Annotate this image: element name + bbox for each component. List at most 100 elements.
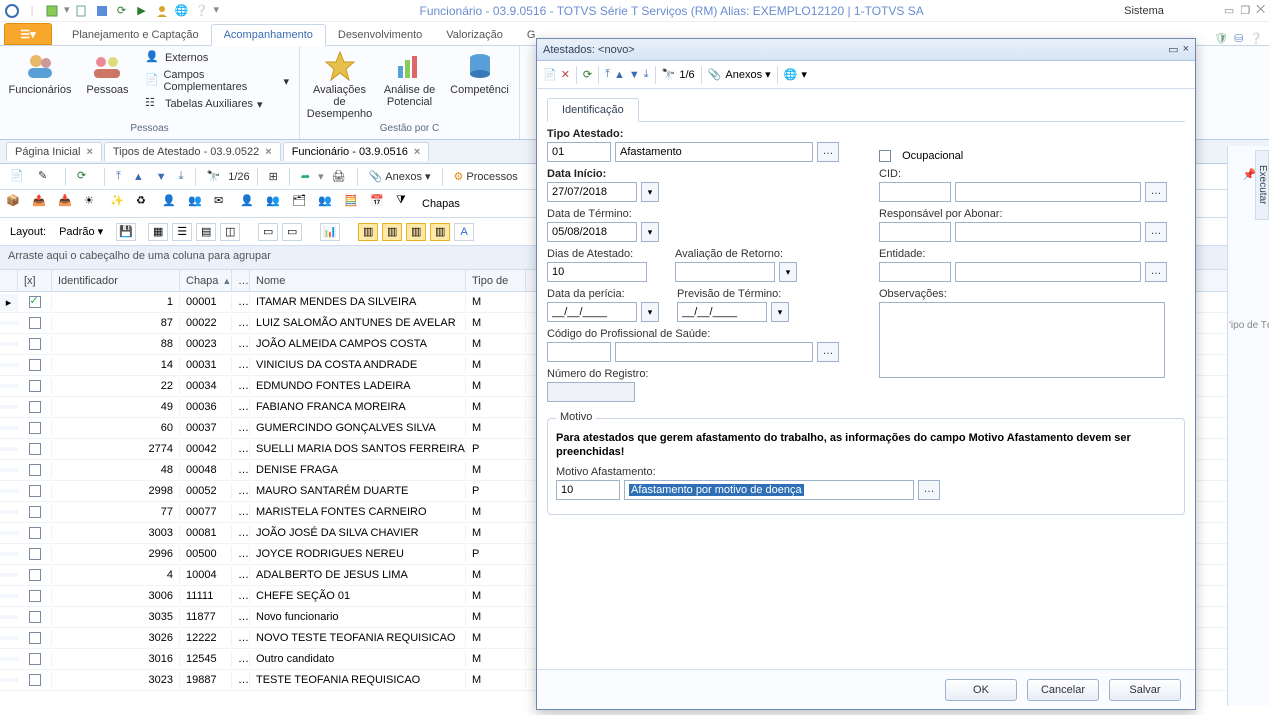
row-checkbox-cell[interactable]: [18, 420, 52, 436]
cell-more[interactable]: …: [232, 441, 250, 457]
row-checkbox-cell[interactable]: [18, 651, 52, 667]
input-ent-desc[interactable]: [955, 262, 1141, 282]
right-collapsed-tab[interactable]: Executar: [1255, 150, 1269, 220]
lookup-cid[interactable]: …: [1145, 182, 1167, 202]
bar-chart-icon[interactable]: 📊: [320, 223, 340, 241]
box-add-icon[interactable]: 📥: [58, 194, 78, 214]
row-checkbox-cell[interactable]: [18, 609, 52, 625]
cell-more[interactable]: …: [232, 672, 250, 688]
date-picker-icon[interactable]: ▾: [641, 302, 659, 322]
checkbox[interactable]: [29, 506, 41, 518]
lookup-resp[interactable]: …: [1145, 222, 1167, 242]
ribbon-btn-pessoas[interactable]: Pessoas: [80, 50, 135, 96]
dlg-delete-icon[interactable]: ✕: [561, 68, 570, 81]
layout-value[interactable]: Padrão ▾: [50, 222, 112, 241]
cell-more[interactable]: …: [232, 483, 250, 499]
date-picker-icon[interactable]: ▾: [641, 182, 659, 202]
tb-first[interactable]: ⤒: [112, 168, 125, 185]
close-icon[interactable]: ⨉: [1256, 4, 1265, 17]
tb-edit[interactable]: ✎: [34, 167, 58, 187]
cell-more[interactable]: …: [232, 588, 250, 604]
row-checkbox-cell[interactable]: [18, 315, 52, 331]
checkbox[interactable]: [29, 422, 41, 434]
checkbox[interactable]: [29, 401, 41, 413]
minimize-icon[interactable]: ▭: [1224, 4, 1234, 17]
checkbox[interactable]: [29, 359, 41, 371]
ribbon-btn-funcionarios[interactable]: Funcionários: [10, 50, 70, 96]
ribbon-btn-analise[interactable]: Análise de Potencial: [380, 50, 440, 108]
btn-salvar[interactable]: Salvar: [1109, 679, 1181, 701]
checkbox[interactable]: [29, 653, 41, 665]
lookup-ent[interactable]: …: [1145, 262, 1167, 282]
input-dias[interactable]: [547, 262, 647, 282]
checkbox[interactable]: [29, 443, 41, 455]
row-checkbox-cell[interactable]: [18, 588, 52, 604]
doc-tab-tipos[interactable]: Tipos de Atestado - 03.9.0522×: [104, 142, 281, 161]
cell-more[interactable]: …: [232, 378, 250, 394]
date-picker-icon[interactable]: ▾: [771, 302, 789, 322]
sun-fav-icon[interactable]: ✨: [110, 194, 130, 214]
row-checkbox-cell[interactable]: [18, 504, 52, 520]
checkbox[interactable]: [29, 464, 41, 476]
doc-tab-home[interactable]: Página Inicial×: [6, 142, 102, 161]
ribbon-shield-icon[interactable]: 🛡: [1214, 32, 1228, 45]
recycle-icon[interactable]: ♻: [136, 194, 156, 214]
envelope-icon[interactable]: ✉: [214, 194, 234, 214]
chevron-down-icon[interactable]: ▾: [318, 170, 324, 183]
input-cid-desc[interactable]: [955, 182, 1141, 202]
input-prof-desc[interactable]: [615, 342, 813, 362]
dlg-first-icon[interactable]: ⤒: [605, 68, 610, 81]
input-motivo-desc[interactable]: Afastamento por motivo de doença: [624, 480, 914, 500]
checkbox[interactable]: [29, 317, 41, 329]
chevron-down-icon[interactable]: ▾: [801, 68, 807, 81]
ribbon-tab-planejamento[interactable]: Planejamento e Captação: [60, 25, 211, 45]
tb-prev[interactable]: ▲: [129, 169, 148, 185]
restore-icon[interactable]: ❐: [1240, 4, 1250, 17]
lookup-motivo[interactable]: …: [918, 480, 940, 500]
grid-header-identificador[interactable]: Identificador: [52, 270, 180, 291]
view-form-icon[interactable]: ◫: [220, 223, 240, 241]
grid-header-nome[interactable]: Nome: [250, 270, 466, 291]
funnel-icon[interactable]: ⧩: [396, 194, 416, 214]
row-checkbox-cell[interactable]: [18, 567, 52, 583]
dlg-new-icon[interactable]: 📄: [543, 68, 557, 81]
lookup-tipo[interactable]: …: [817, 142, 839, 162]
qat-globe-icon[interactable]: 🌐: [174, 3, 190, 19]
cell-more[interactable]: …: [232, 609, 250, 625]
combo-dropdown-icon[interactable]: ▾: [779, 262, 797, 282]
theme-1[interactable]: ▥: [358, 223, 378, 241]
layout-save-icon[interactable]: 💾: [116, 223, 136, 241]
dlg-globe-icon[interactable]: 🌐: [784, 68, 798, 81]
ribbon-tab-valorizacao[interactable]: Valorização: [434, 25, 515, 45]
view-grid-icon[interactable]: ▦: [148, 223, 168, 241]
ribbon-btn-avaliacoes[interactable]: Avaliações de Desempenho: [310, 50, 370, 120]
tb-refresh[interactable]: ⟳: [73, 167, 97, 187]
grid-header-more[interactable]: …: [232, 270, 250, 291]
checkbox[interactable]: [29, 548, 41, 560]
theme-3[interactable]: ▥: [406, 223, 426, 241]
view-card-icon[interactable]: ▤: [196, 223, 216, 241]
input-tipo-desc[interactable]: [615, 142, 813, 162]
check-ocupacional[interactable]: [879, 150, 891, 162]
tb-print[interactable]: 🖨: [328, 168, 350, 185]
tb-new[interactable]: 📄: [6, 167, 30, 187]
close-icon[interactable]: ×: [265, 146, 271, 158]
cell-more[interactable]: …: [232, 546, 250, 562]
calendar-icon[interactable]: 📅: [370, 194, 390, 214]
qat-paste-icon[interactable]: [44, 3, 60, 19]
cell-more[interactable]: …: [232, 504, 250, 520]
ribbon-db-icon[interactable]: ⛁: [1234, 32, 1243, 45]
input-observacoes[interactable]: [879, 302, 1165, 378]
grid-header-chapa[interactable]: Chapa▲: [180, 270, 232, 291]
grid-header-check[interactable]: [x]: [18, 270, 52, 291]
btn-cancelar[interactable]: Cancelar: [1027, 679, 1099, 701]
cell-more[interactable]: …: [232, 651, 250, 667]
cell-more[interactable]: …: [232, 336, 250, 352]
box-closed-icon[interactable]: 📦: [6, 194, 26, 214]
input-motivo-code[interactable]: [556, 480, 620, 500]
ribbon-tab-desenvolvimento[interactable]: Desenvolvimento: [326, 25, 434, 45]
tb-anexos[interactable]: 📎Anexos ▾: [365, 168, 435, 185]
dlg-prev-icon[interactable]: ▲: [614, 69, 625, 81]
btn-ok[interactable]: OK: [945, 679, 1017, 701]
checkbox[interactable]: [29, 296, 41, 308]
